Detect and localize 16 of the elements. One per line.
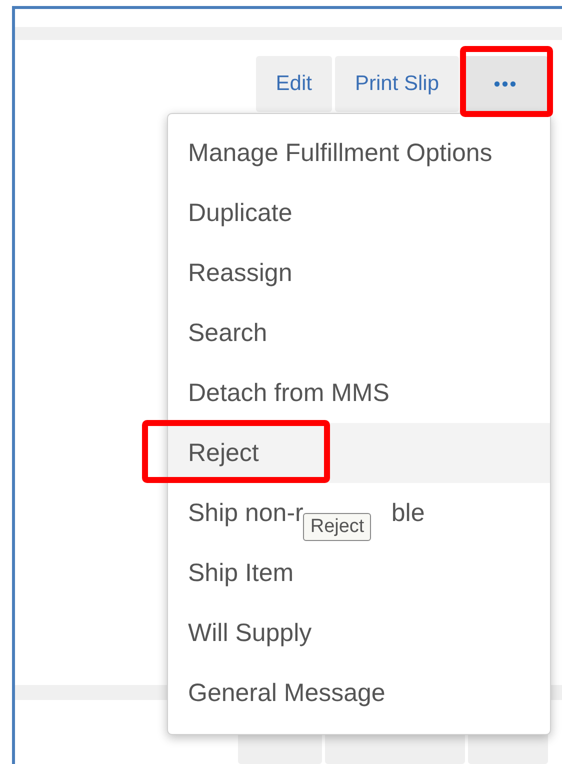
more-icon <box>494 81 516 88</box>
menu-item[interactable]: General Message <box>168 663 550 723</box>
toolbar-button[interactable]: Edit <box>256 56 332 112</box>
tooltip: Reject <box>303 513 372 541</box>
menu-item[interactable]: Reassign <box>168 243 550 303</box>
menu-item-text: ble <box>391 498 425 528</box>
menu-item[interactable]: Ship non-r Reject ble <box>168 483 550 543</box>
menu-item[interactable]: Ship Item <box>168 543 550 603</box>
menu-item[interactable]: Will Supply <box>168 603 550 663</box>
menu-item[interactable]: Detach from MMS <box>168 363 550 423</box>
menu-item[interactable]: Duplicate <box>168 183 550 243</box>
menu-item[interactable]: Manage Fulfillment Options <box>168 123 550 183</box>
menu-item-text: Ship non-r <box>188 498 304 528</box>
menu-item[interactable]: Search <box>168 303 550 363</box>
toolbar-button[interactable]: Print Slip <box>334 56 459 112</box>
menu-item[interactable]: Reject <box>168 423 550 483</box>
